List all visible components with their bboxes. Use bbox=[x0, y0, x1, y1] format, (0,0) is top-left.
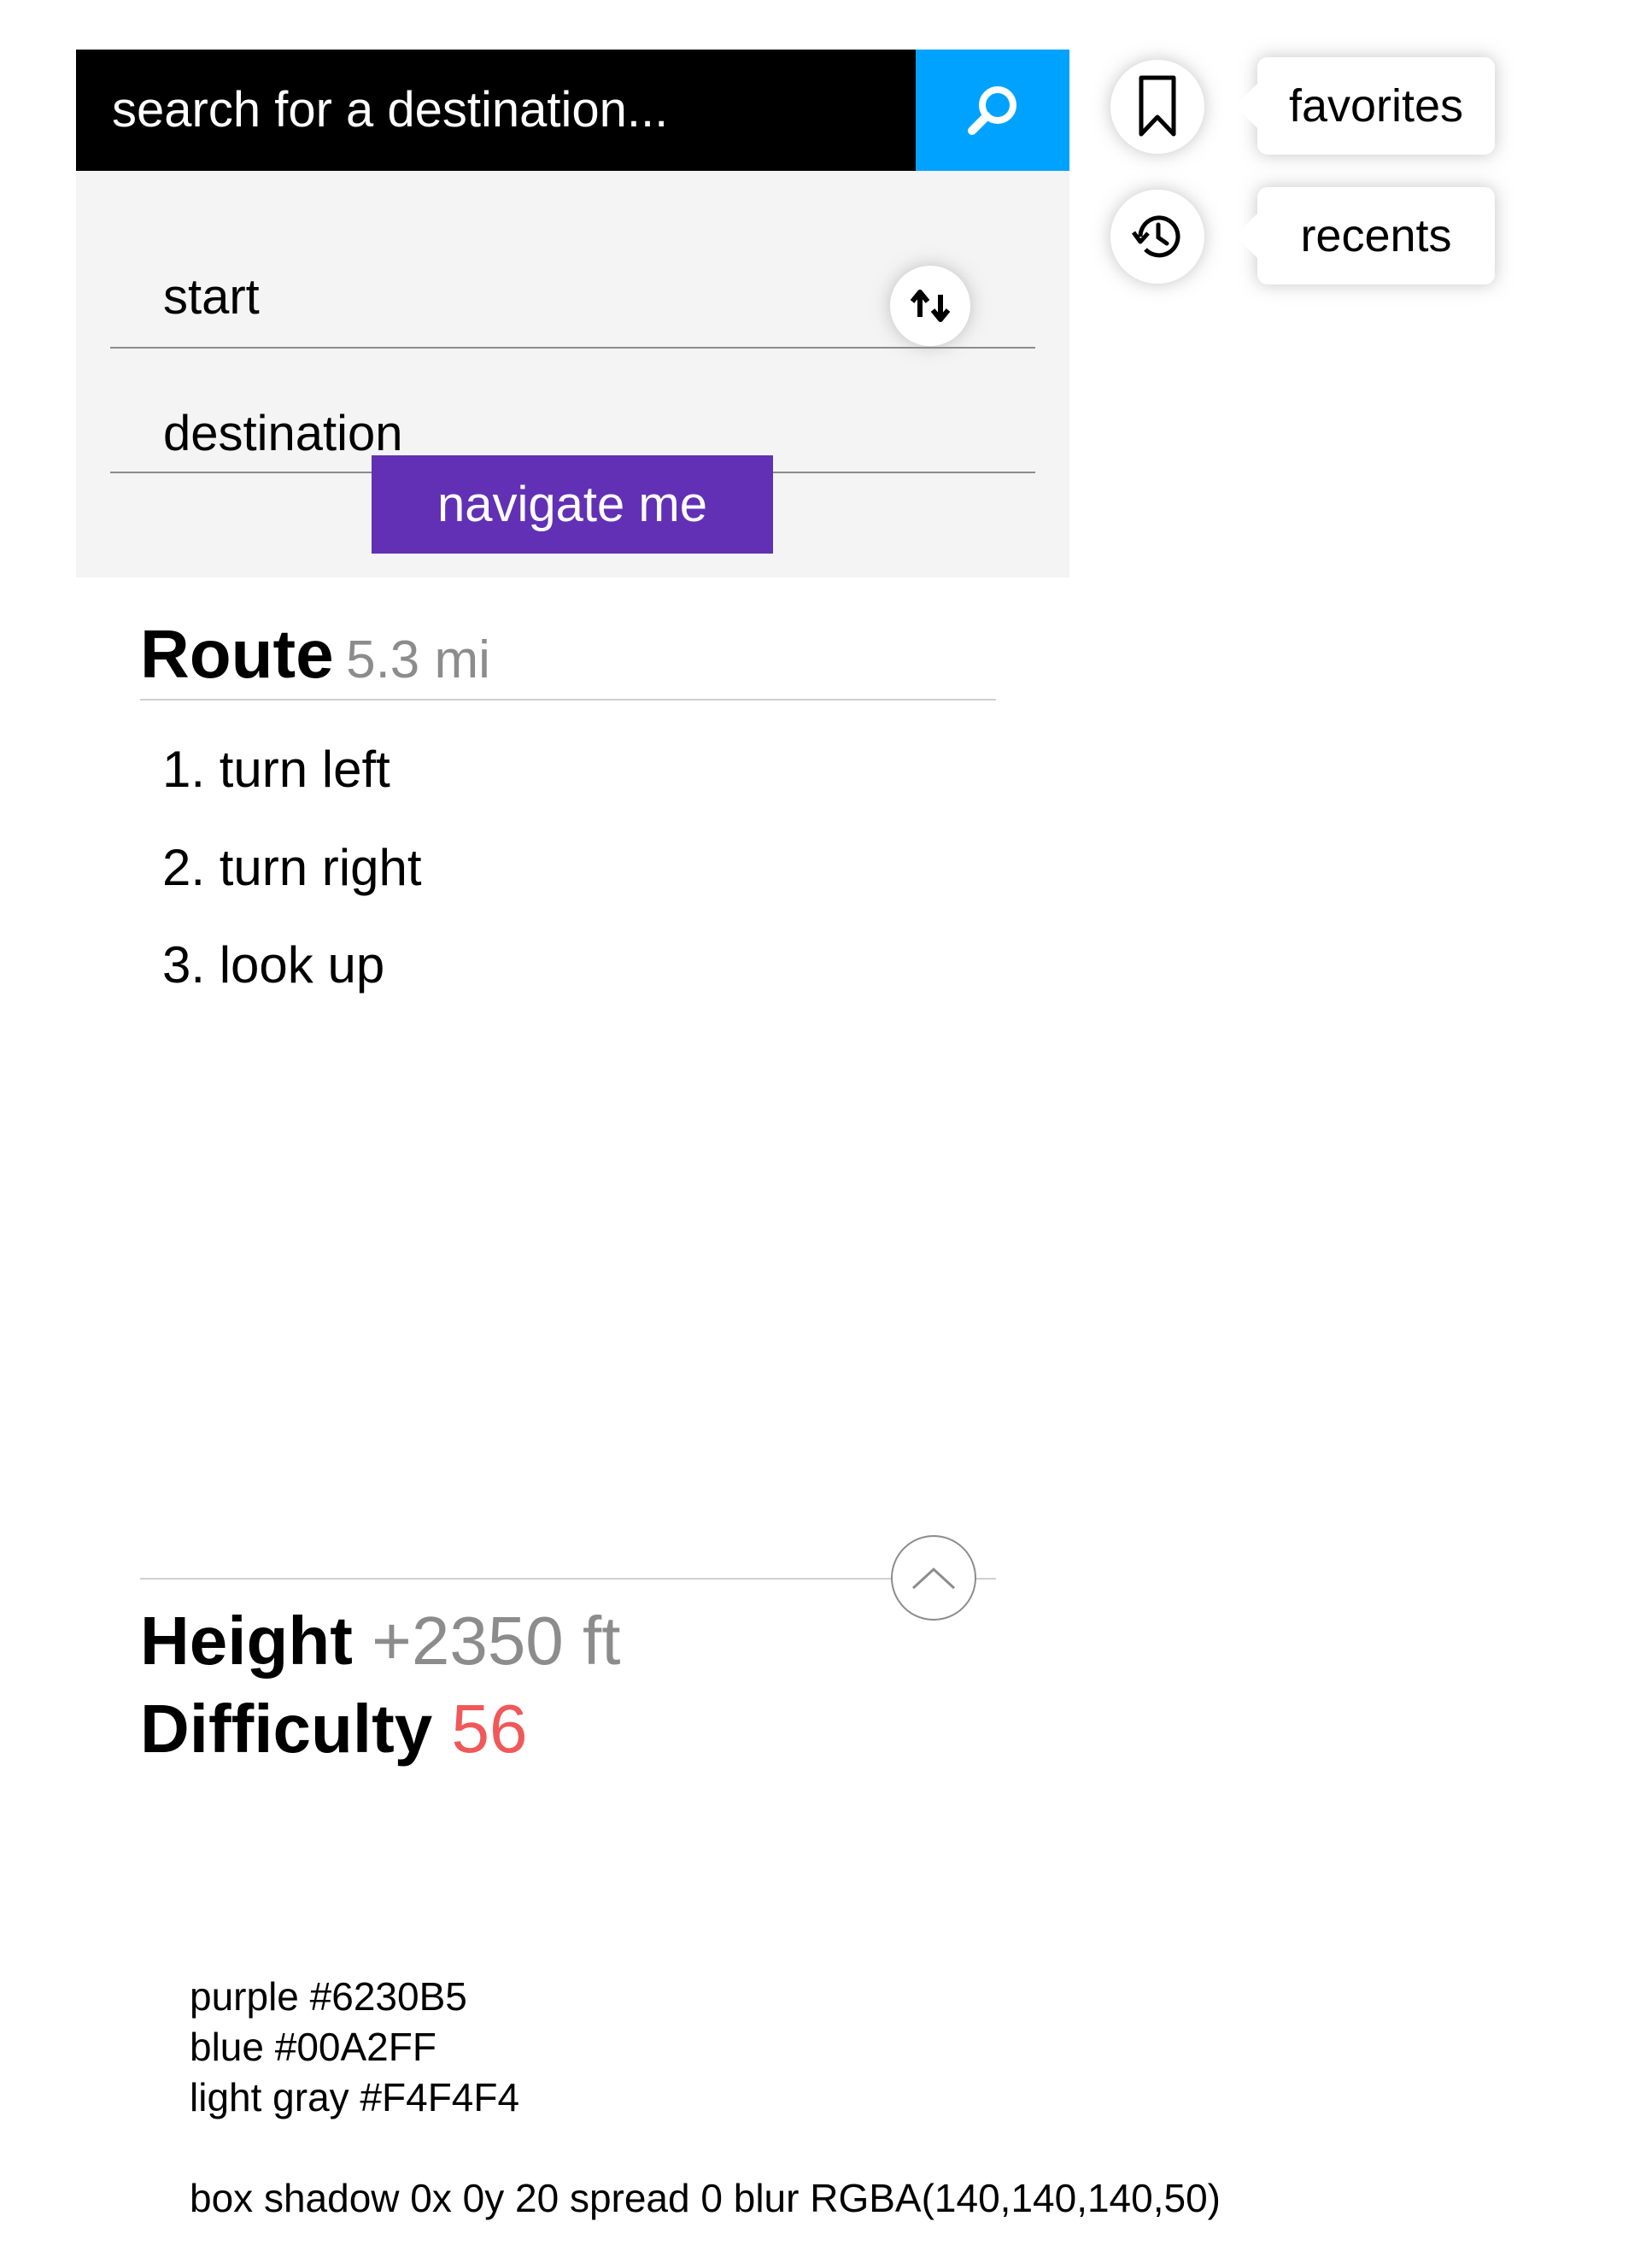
route-step: 2. turn right bbox=[162, 839, 422, 896]
start-field-label: start bbox=[163, 269, 260, 325]
route-distance: 5.3 mi bbox=[346, 630, 490, 689]
height-stat: Height +2350 ft bbox=[140, 1602, 620, 1680]
route-step: 1. turn left bbox=[162, 741, 390, 798]
note-shadow: box shadow 0x 0y 20 spread 0 blur RGBA(1… bbox=[190, 2176, 1221, 2220]
route-panel: search for a destination... start destin… bbox=[76, 50, 1069, 577]
difficulty-stat: Difficulty 56 bbox=[140, 1690, 527, 1768]
favorites-button[interactable] bbox=[1110, 60, 1204, 154]
difficulty-label: Difficulty bbox=[140, 1691, 433, 1767]
route-title: Route bbox=[140, 616, 334, 692]
search-bar[interactable]: search for a destination... bbox=[76, 50, 1069, 171]
destination-field-label: destination bbox=[163, 406, 403, 461]
note-purple: purple #6230B5 bbox=[190, 1974, 467, 2019]
note-light-gray: light gray #F4F4F4 bbox=[190, 2075, 520, 2119]
route-header: Route 5.3 mi bbox=[140, 615, 996, 701]
expand-button[interactable] bbox=[891, 1535, 976, 1621]
search-button[interactable] bbox=[916, 50, 1069, 171]
favorites-tooltip[interactable]: favorites bbox=[1235, 57, 1495, 155]
recents-label: recents bbox=[1300, 210, 1452, 261]
height-label: Height bbox=[140, 1603, 353, 1679]
search-icon bbox=[968, 86, 1016, 135]
height-value: +2350 ft bbox=[372, 1603, 621, 1679]
note-blue: blue #00A2FF bbox=[190, 2025, 436, 2069]
section-divider bbox=[140, 1578, 996, 1580]
recents-button[interactable] bbox=[1110, 190, 1204, 284]
swap-button[interactable] bbox=[890, 266, 970, 346]
history-icon bbox=[1131, 215, 1180, 258]
route-step: 3. look up bbox=[162, 936, 385, 994]
navigate-button[interactable]: navigate me bbox=[372, 455, 773, 554]
chevron-up-icon bbox=[911, 1567, 956, 1590]
favorites-label: favorites bbox=[1288, 80, 1464, 132]
difficulty-value: 56 bbox=[451, 1691, 528, 1767]
swap-icon bbox=[910, 290, 951, 322]
search-input[interactable]: search for a destination... bbox=[112, 50, 668, 171]
recents-tooltip[interactable]: recents bbox=[1235, 187, 1495, 284]
bookmark-icon bbox=[1139, 75, 1176, 137]
